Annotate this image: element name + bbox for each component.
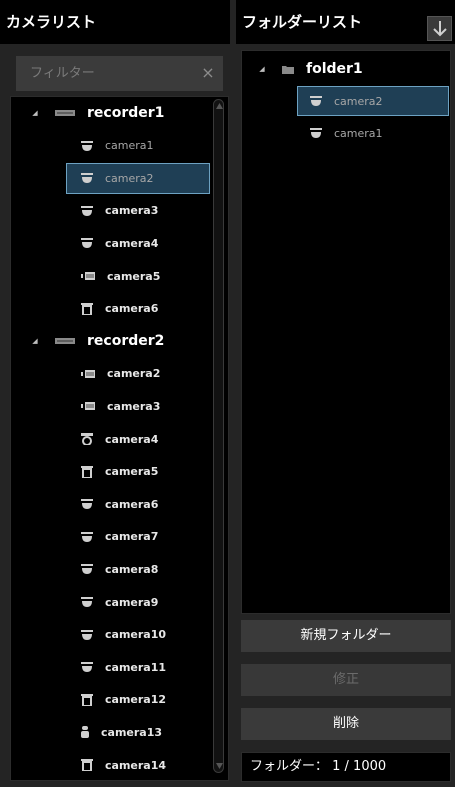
- box-camera-icon: [81, 272, 95, 280]
- ptz-camera-icon: [81, 759, 93, 771]
- camera-item[interactable]: camera3: [11, 390, 228, 422]
- item-label: camera4: [105, 236, 159, 250]
- item-label: camera8: [105, 562, 159, 576]
- camera-tree-scrollbar[interactable]: [213, 99, 224, 773]
- ptz-camera-icon: [81, 302, 93, 315]
- item-label: camera6: [105, 497, 159, 511]
- camera-item[interactable]: camera4: [11, 227, 228, 259]
- scroll-up-icon[interactable]: [216, 103, 223, 109]
- dome-camera-icon: [310, 128, 322, 138]
- ptz-camera-icon: [81, 693, 93, 706]
- collapse-icon[interactable]: ◢: [29, 337, 41, 345]
- item-label: camera5: [105, 465, 159, 479]
- camera-item[interactable]: camera1: [11, 130, 228, 162]
- item-label: camera3: [107, 399, 161, 413]
- collapse-icon[interactable]: ◢: [29, 109, 41, 117]
- recorder-icon: [55, 337, 75, 345]
- folder-tree[interactable]: ◢ folder1 camera2 camera1: [241, 50, 451, 614]
- scroll-down-icon[interactable]: [216, 763, 223, 769]
- camera-item[interactable]: camera1: [242, 117, 450, 149]
- item-label: folder1: [306, 61, 363, 77]
- camera-item[interactable]: camera12: [11, 684, 228, 716]
- item-label: camera2: [105, 171, 154, 185]
- camera-item[interactable]: camera5: [11, 456, 228, 488]
- folder-count: フォルダー： 1 / 1000: [241, 752, 451, 782]
- collapse-icon[interactable]: ◢: [256, 65, 268, 73]
- box-camera-icon: [81, 369, 95, 378]
- clear-filter-icon[interactable]: ×: [198, 62, 218, 84]
- dome-camera-icon: [81, 629, 93, 640]
- item-label: camera3: [105, 204, 159, 218]
- download-arrow-icon: [433, 21, 447, 37]
- item-label: camera13: [101, 725, 163, 739]
- ptz-camera-icon: [81, 465, 93, 478]
- camera-item[interactable]: camera6: [11, 488, 228, 520]
- item-label: camera2: [334, 94, 383, 108]
- dome-camera-icon: [81, 564, 93, 575]
- camera-item[interactable]: camera3: [11, 195, 228, 227]
- folder-icon: [282, 64, 294, 74]
- item-label: camera7: [105, 530, 159, 544]
- recorder-item[interactable]: ◢ recorder1: [11, 97, 228, 129]
- dome-camera-icon: [81, 662, 93, 673]
- item-label: recorder2: [87, 333, 165, 350]
- camera-item[interactable]: camera9: [11, 586, 228, 618]
- item-label: camera5: [107, 269, 161, 283]
- bullet-camera-icon: [81, 726, 89, 739]
- item-label: camera12: [105, 693, 167, 707]
- item-label: camera2: [107, 367, 161, 381]
- camera-item[interactable]: camera2: [11, 358, 228, 390]
- delete-button[interactable]: 削除: [241, 708, 451, 740]
- camera-item[interactable]: camera5: [11, 260, 228, 292]
- dome-camera-icon: [81, 597, 93, 607]
- item-label: camera14: [105, 758, 167, 772]
- dome-camera-icon: [81, 140, 93, 151]
- dome-camera-icon: [81, 238, 93, 249]
- item-label: camera1: [105, 139, 154, 153]
- edit-button[interactable]: 修正: [241, 664, 451, 696]
- folder-list-title: フォルダーリスト: [236, 0, 455, 44]
- item-label: camera9: [105, 595, 159, 609]
- folder-list-title-text: フォルダーリスト: [242, 13, 363, 31]
- item-label: camera1: [334, 126, 383, 140]
- camera-item[interactable]: camera4: [11, 423, 228, 455]
- camera-item[interactable]: camera14: [11, 749, 228, 781]
- camera-item[interactable]: camera2: [242, 85, 450, 117]
- new-folder-button[interactable]: 新規フォルダー: [241, 620, 451, 652]
- box-camera-icon: [81, 402, 95, 411]
- recorder-icon: [55, 109, 75, 117]
- dome-camera-icon: [310, 96, 322, 106]
- fisheye-camera-icon: [81, 433, 93, 445]
- item-label: recorder1: [87, 105, 165, 121]
- camera-list-title: カメラリスト: [0, 0, 230, 44]
- item-label: camera4: [105, 432, 159, 446]
- camera-tree[interactable]: ◢ recorder1 camera1 camera2 camera3 camera4 ca…: [10, 96, 229, 781]
- camera-item[interactable]: camera11: [11, 651, 228, 683]
- item-label: camera6: [105, 302, 159, 316]
- dome-camera-icon: [81, 531, 93, 542]
- camera-item[interactable]: camera7: [11, 521, 228, 553]
- camera-item[interactable]: camera10: [11, 619, 228, 651]
- dome-camera-icon: [81, 173, 93, 184]
- item-label: camera10: [105, 628, 167, 642]
- camera-item[interactable]: camera13: [11, 716, 228, 748]
- folder-item[interactable]: ◢ folder1: [242, 53, 450, 85]
- download-button[interactable]: [427, 16, 452, 41]
- recorder-item[interactable]: ◢ recorder2: [11, 325, 228, 357]
- camera-item[interactable]: camera2: [11, 162, 228, 194]
- camera-item[interactable]: camera6: [11, 293, 228, 325]
- filter-input[interactable]: [16, 56, 223, 91]
- dome-camera-icon: [81, 499, 93, 510]
- item-label: camera11: [105, 660, 167, 674]
- dome-camera-icon: [81, 205, 93, 216]
- camera-item[interactable]: camera8: [11, 553, 228, 585]
